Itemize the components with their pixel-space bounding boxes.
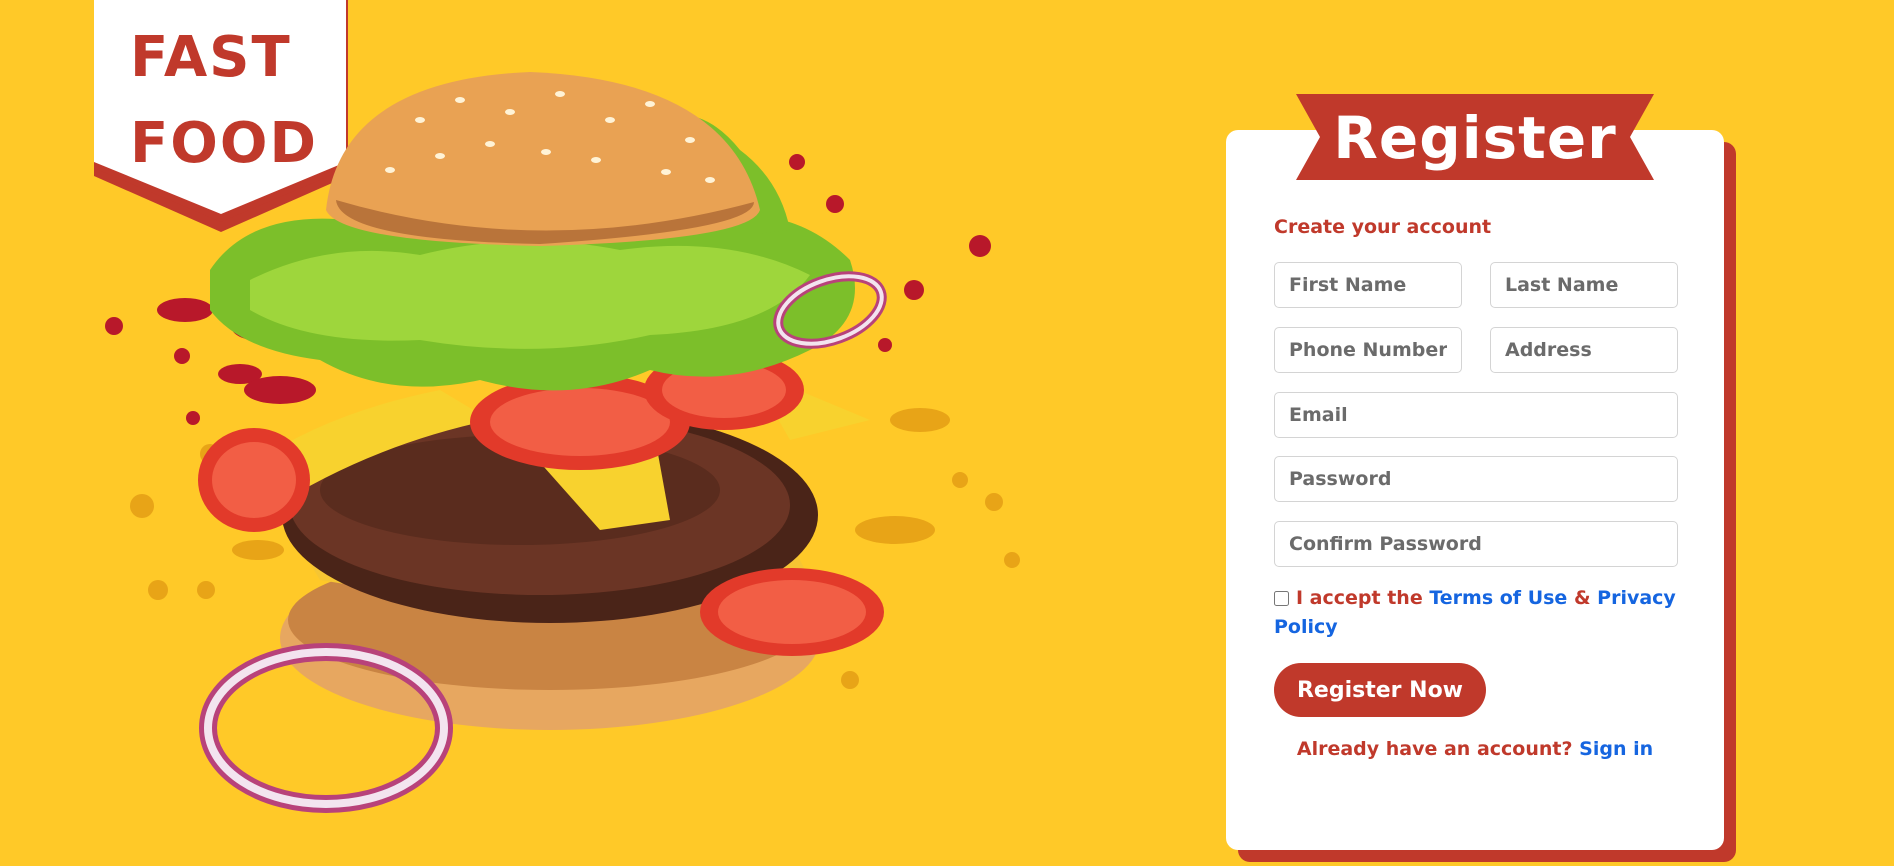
address-input[interactable]	[1490, 327, 1678, 373]
terms-prefix: I accept the	[1296, 587, 1423, 609]
signin-link[interactable]: Sign in	[1579, 738, 1653, 760]
last-name-input[interactable]	[1490, 262, 1678, 308]
terms-ampersand: &	[1573, 587, 1591, 609]
password-input[interactable]	[1274, 456, 1678, 502]
first-name-input[interactable]	[1274, 262, 1462, 308]
register-now-button[interactable]: Register Now	[1274, 663, 1486, 717]
phone-number-input[interactable]	[1274, 327, 1462, 373]
form-title: Register	[1333, 104, 1617, 172]
terms-text: I accept the Terms of Use & Privacy Poli…	[1274, 584, 1684, 642]
form-subtitle: Create your account	[1274, 216, 1492, 238]
confirm-password-input[interactable]	[1274, 521, 1678, 567]
signin-prompt-text: Already have an account?	[1296, 738, 1573, 760]
terms-of-use-link[interactable]: Terms of Use	[1429, 587, 1567, 609]
signin-prompt: Already have an account? Sign in	[1226, 738, 1724, 760]
burger-illustration	[105, 72, 1020, 813]
email-input[interactable]	[1274, 392, 1678, 438]
